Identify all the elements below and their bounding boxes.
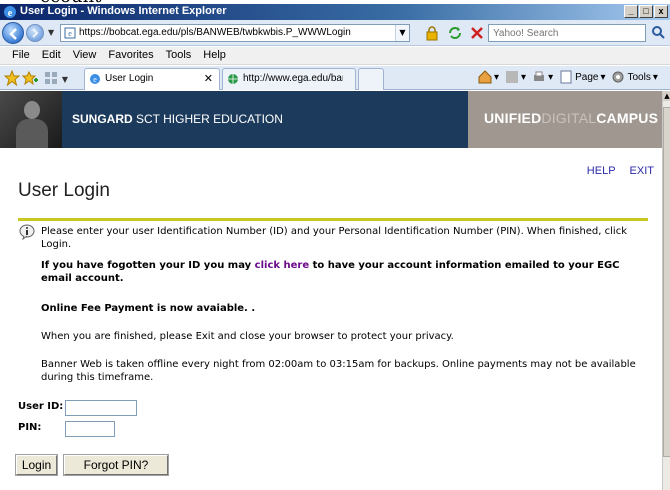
forgot-id-text: If you have fogotten your ID you may cli… bbox=[41, 259, 641, 285]
page-menu-label: Page bbox=[575, 71, 599, 83]
page-icon: e bbox=[90, 74, 100, 84]
dropdown-arrow-icon: ▾ bbox=[600, 71, 606, 83]
globe-icon bbox=[228, 74, 238, 84]
internet-explorer-icon: e bbox=[4, 6, 16, 19]
window-controls: _ □ x bbox=[624, 5, 668, 18]
tools-menu-button[interactable]: Tools ▾ bbox=[611, 70, 658, 84]
menu-file[interactable]: File bbox=[6, 47, 36, 64]
pin-field[interactable] bbox=[65, 421, 115, 437]
help-link[interactable]: HELP bbox=[587, 165, 616, 177]
tab-bar: ▼ e User Login ✕ http://www.ega.edu/bann… bbox=[0, 66, 670, 90]
page-icon: e bbox=[64, 27, 76, 39]
banner-photo bbox=[0, 91, 62, 148]
info-icon bbox=[19, 224, 35, 240]
menu-favorites[interactable]: Favorites bbox=[102, 47, 159, 64]
pin-label: PIN: bbox=[18, 422, 42, 433]
window-title: User Login - Windows Internet Explorer bbox=[20, 5, 227, 17]
add-favorite-icon[interactable] bbox=[22, 70, 38, 86]
menu-bar: File Edit View Favorites Tools Help bbox=[0, 47, 670, 65]
quick-tabs-icon[interactable]: ▼ bbox=[44, 70, 72, 86]
search-input[interactable] bbox=[489, 25, 629, 41]
menu-tools[interactable]: Tools bbox=[160, 47, 198, 64]
vertical-scrollbar[interactable]: ▲ bbox=[662, 91, 670, 490]
sungard-brand: SUNGARD SCT HIGHER EDUCATION bbox=[72, 112, 283, 126]
new-tab-button[interactable] bbox=[358, 68, 384, 90]
brand-rest-text: SCT HIGHER EDUCATION bbox=[132, 112, 283, 126]
tools-menu-label: Tools bbox=[627, 71, 651, 83]
udc-text: UNIFIEDDIGITALCAMPUS bbox=[484, 110, 658, 126]
maximize-button[interactable]: □ bbox=[639, 5, 653, 18]
dropdown-arrow-icon: ▾ bbox=[548, 71, 554, 83]
top-links: HELP EXIT bbox=[587, 165, 654, 177]
dropdown-arrow-icon: ▾ bbox=[521, 71, 527, 83]
menu-edit[interactable]: Edit bbox=[36, 47, 67, 64]
page-title: User Login bbox=[18, 180, 110, 201]
url-text: https://bobcat.ega.edu/pls/BANWEB/twbkwb… bbox=[79, 27, 351, 38]
command-bar: ▾ ▾ ▾ Page ▾ Tools ▾ bbox=[478, 70, 658, 84]
header-banner: SUNGARD SCT HIGHER EDUCATION UNIFIEDDIGI… bbox=[0, 91, 662, 148]
forward-button[interactable] bbox=[26, 24, 44, 42]
dropdown-arrow-icon: ▾ bbox=[494, 71, 500, 83]
print-button[interactable]: ▾ bbox=[532, 70, 553, 84]
svg-text:e: e bbox=[68, 29, 72, 38]
url-dropdown-icon[interactable]: ▼ bbox=[395, 25, 409, 41]
address-bar: ▼ e https://bobcat.ega.edu/pls/BANWEB/tw… bbox=[0, 20, 670, 46]
tab-label: User Login bbox=[105, 73, 154, 84]
click-here-link[interactable]: click here bbox=[255, 260, 309, 271]
svg-text:▼: ▼ bbox=[62, 75, 69, 84]
home-icon bbox=[478, 70, 492, 84]
refresh-icon[interactable] bbox=[447, 25, 463, 41]
menu-view[interactable]: View bbox=[67, 47, 103, 64]
stop-icon[interactable] bbox=[469, 25, 485, 41]
udc-part3: CAMPUS bbox=[596, 110, 659, 126]
back-button[interactable] bbox=[2, 22, 24, 44]
fee-payment-notice: Online Fee Payment is now avaiable. . bbox=[41, 303, 256, 314]
scroll-up-icon[interactable]: ▲ bbox=[663, 91, 670, 101]
home-button[interactable]: ▾ bbox=[478, 70, 499, 84]
svg-text:e: e bbox=[8, 8, 13, 19]
close-button[interactable]: x bbox=[654, 5, 668, 18]
forward-arrow-icon bbox=[32, 28, 39, 38]
feeds-icon bbox=[506, 71, 519, 83]
url-field[interactable]: e https://bobcat.ega.edu/pls/BANWEB/twbk… bbox=[60, 24, 410, 42]
privacy-notice: When you are finished, please Exit and c… bbox=[41, 331, 454, 342]
photo-head bbox=[24, 101, 40, 119]
divider bbox=[18, 218, 648, 221]
window-title-bar: e User Login - Windows Internet Explorer… bbox=[0, 4, 670, 20]
page-content: SUNGARD SCT HIGHER EDUCATION UNIFIEDDIGI… bbox=[0, 91, 662, 490]
exit-link[interactable]: EXIT bbox=[630, 165, 654, 177]
back-arrow-icon bbox=[9, 28, 17, 40]
favorites-star-icon[interactable] bbox=[4, 70, 20, 86]
dropdown-arrow-icon: ▾ bbox=[652, 71, 658, 83]
history-dropdown-icon[interactable]: ▼ bbox=[48, 28, 54, 37]
brand-bold-text: SUNGARD bbox=[72, 112, 133, 126]
feeds-button[interactable]: ▾ bbox=[505, 70, 526, 84]
page-menu-button[interactable]: Page ▾ bbox=[559, 70, 605, 84]
close-tab-icon[interactable]: ✕ bbox=[204, 72, 213, 85]
instructions-text: Please enter your user Identification Nu… bbox=[41, 226, 627, 250]
search-icon[interactable] bbox=[650, 25, 668, 41]
page-icon bbox=[560, 70, 572, 84]
unified-digital-campus-logo: UNIFIEDDIGITALCAMPUS bbox=[468, 91, 662, 148]
forgot-pin-button[interactable]: Forgot PIN? bbox=[64, 455, 168, 475]
forgot-id-text-before: If you have fogotten your ID you may bbox=[41, 260, 255, 271]
tab-user-login[interactable]: e User Login ✕ bbox=[84, 68, 220, 90]
user-id-field[interactable] bbox=[65, 400, 137, 416]
udc-part2: DIGITAL bbox=[541, 110, 597, 126]
menu-help[interactable]: Help bbox=[197, 47, 232, 64]
tab-label: http://www.ega.edu/banner... bbox=[243, 73, 343, 84]
photo-body bbox=[16, 119, 48, 148]
scroll-thumb[interactable] bbox=[663, 107, 670, 457]
lock-icon[interactable] bbox=[424, 25, 440, 41]
search-field[interactable] bbox=[488, 24, 646, 42]
minimize-button[interactable]: _ bbox=[624, 5, 638, 18]
offline-notice: Banner Web is taken offline every night … bbox=[41, 359, 636, 383]
printer-icon bbox=[534, 71, 545, 81]
user-id-label: User ID: bbox=[18, 401, 64, 412]
udc-part1: UNIFIED bbox=[484, 110, 542, 126]
svg-text:e: e bbox=[93, 75, 97, 84]
gear-icon bbox=[612, 71, 624, 83]
tab-ega-banner[interactable]: http://www.ega.edu/banner... bbox=[222, 68, 356, 90]
login-button[interactable]: Login bbox=[16, 455, 57, 475]
